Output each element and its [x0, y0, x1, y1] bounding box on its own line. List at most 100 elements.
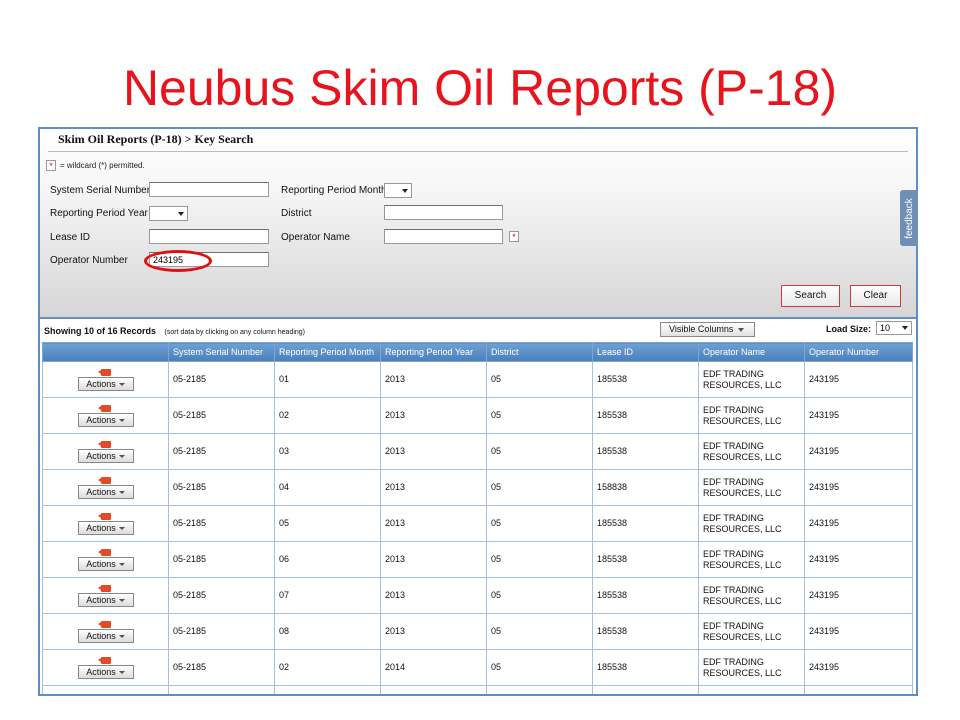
load-size-select[interactable]: 10 [876, 321, 912, 335]
actions-button[interactable]: Actions [77, 628, 134, 643]
column-header[interactable]: Lease ID [592, 342, 699, 362]
column-header[interactable]: Reporting Period Month [274, 342, 381, 362]
lease-id-input[interactable] [149, 229, 269, 244]
visible-columns-button[interactable]: Visible Columns [660, 322, 755, 337]
table-cell-operator-name: EDF TRADING RESOURCES, LLC [698, 433, 805, 470]
document-tag-icon[interactable] [97, 368, 111, 376]
load-size-value: 10 [880, 323, 891, 333]
column-header[interactable]: Operator Number [804, 342, 913, 362]
actions-cell: Actions [42, 649, 169, 686]
wildcard-star-icon: * [46, 160, 56, 171]
table-row: Actions 05-2185 07 2013 05 185538 EDF TRADING … [42, 577, 913, 614]
visible-columns-label: Visible Columns [669, 324, 734, 334]
system-serial-number-input[interactable] [149, 182, 269, 197]
table-cell-operator-number: 243195 [804, 397, 913, 434]
table-cell-year: 2013 [380, 433, 487, 470]
actions-button[interactable]: Actions [77, 484, 134, 499]
slide-title: Neubus Skim Oil Reports (P-18) [122, 60, 838, 116]
table-cell-serial: 05-2185 [168, 541, 275, 578]
table-cell-operator-number: 243195 [804, 613, 913, 650]
lease-id-label: Lease ID [50, 232, 91, 243]
table-cell-serial: 05-2185 [168, 505, 275, 542]
record-count: Showing 10 of 16 Records (sort data by c… [44, 326, 305, 336]
table-cell-district: 05 [486, 541, 593, 578]
document-tag-icon[interactable] [97, 584, 111, 592]
actions-cell [42, 685, 169, 694]
document-tag-icon[interactable] [97, 512, 111, 520]
reporting-period-year-select[interactable] [149, 206, 188, 221]
chevron-down-icon [402, 189, 408, 193]
table-cell-year: 2013 [380, 361, 487, 398]
actions-cell: Actions [42, 469, 169, 506]
table-cell-lease: 185538 [592, 577, 699, 614]
table-cell-operator-name: EDF TRADING RESOURCES, LLC [698, 361, 805, 398]
table-cell-month: 01 [274, 361, 381, 398]
table-cell-lease: 185538 [592, 613, 699, 650]
column-header[interactable]: Reporting Period Year [380, 342, 487, 362]
search-button[interactable]: Search [781, 285, 840, 307]
table-cell-operator-number [804, 685, 913, 694]
table-cell-operator-name: EDF TRADING RESOURCES, LLC [698, 649, 805, 686]
document-tag-icon[interactable] [97, 656, 111, 664]
table-cell-serial: 05-2185 [168, 361, 275, 398]
column-header[interactable]: System Serial Number [168, 342, 275, 362]
table-cell-operator-number: 243195 [804, 469, 913, 506]
actions-cell: Actions [42, 541, 169, 578]
document-tag-icon[interactable] [97, 404, 111, 412]
wildcard-star-icon: * [509, 231, 519, 242]
actions-label: Actions [86, 630, 116, 641]
clear-button[interactable]: Clear [850, 285, 901, 307]
reporting-period-month-select[interactable] [384, 183, 412, 198]
table-cell-year: 2013 [380, 613, 487, 650]
actions-cell: Actions [42, 577, 169, 614]
district-input[interactable] [384, 205, 503, 220]
table-cell-operator-name: EDF TRADING RESOURCES, LLC [698, 577, 805, 614]
wildcard-legend: * = wildcard (*) permitted. [46, 160, 145, 171]
table-cell-district: 05 [486, 361, 593, 398]
table-body: Actions 05-2185 01 2013 05 185538 EDF TRADING … [42, 361, 913, 694]
chevron-down-icon [118, 670, 125, 674]
table-cell-operator-name: EDF TRADING RESOURCES, LLC [698, 505, 805, 542]
table-row: Actions 05-2185 04 2013 05 158838 EDF TRADING … [42, 469, 913, 506]
district-label: District [281, 208, 312, 219]
table-cell-operator-name: EDF TRADING RESOURCES, LLC [698, 613, 805, 650]
document-tag-icon[interactable] [97, 476, 111, 484]
table-cell-district: 05 [486, 433, 593, 470]
actions-button[interactable]: Actions [77, 664, 134, 679]
feedback-label: feedback [903, 197, 915, 239]
operator-name-input[interactable] [384, 229, 503, 244]
results-table: System Serial Number Reporting Period Mon… [42, 342, 913, 694]
column-header[interactable]: District [486, 342, 593, 362]
chevron-down-icon [118, 382, 125, 386]
column-header[interactable]: Operator Name [698, 342, 805, 362]
breadcrumb-divider [48, 151, 908, 152]
actions-button[interactable]: Actions [77, 592, 134, 607]
table-cell-operator-number: 243195 [804, 361, 913, 398]
feedback-tab[interactable]: feedback [900, 190, 918, 246]
table-cell-district: 05 [486, 577, 593, 614]
table-cell-month: 03 [274, 433, 381, 470]
document-tag-icon[interactable] [97, 548, 111, 556]
table-cell-month: 02 [274, 649, 381, 686]
reporting-period-month-label: Reporting Period Month [281, 185, 387, 196]
table-cell-operator-number: 243195 [804, 433, 913, 470]
actions-button[interactable]: Actions [77, 556, 134, 571]
document-tag-icon[interactable] [97, 440, 111, 448]
table-cell-lease: 158838 [592, 469, 699, 506]
document-tag-icon[interactable] [97, 620, 111, 628]
actions-label: Actions [86, 666, 116, 677]
actions-label: Actions [86, 486, 116, 497]
actions-button[interactable]: Actions [77, 376, 134, 391]
actions-button[interactable]: Actions [77, 412, 134, 427]
table-cell-operator-name [698, 685, 805, 694]
actions-label: Actions [86, 378, 116, 389]
table-cell-serial: 05-2185 [168, 613, 275, 650]
table-cell-serial: 05-2185 [168, 577, 275, 614]
actions-button[interactable]: Actions [77, 520, 134, 535]
table-cell-month: 04 [274, 469, 381, 506]
table-cell-year: 2013 [380, 577, 487, 614]
operator-number-label: Operator Number [50, 255, 128, 266]
wildcard-note-text: = wildcard (*) permitted. [60, 161, 145, 170]
actions-button[interactable]: Actions [77, 448, 134, 463]
actions-cell: Actions [42, 505, 169, 542]
